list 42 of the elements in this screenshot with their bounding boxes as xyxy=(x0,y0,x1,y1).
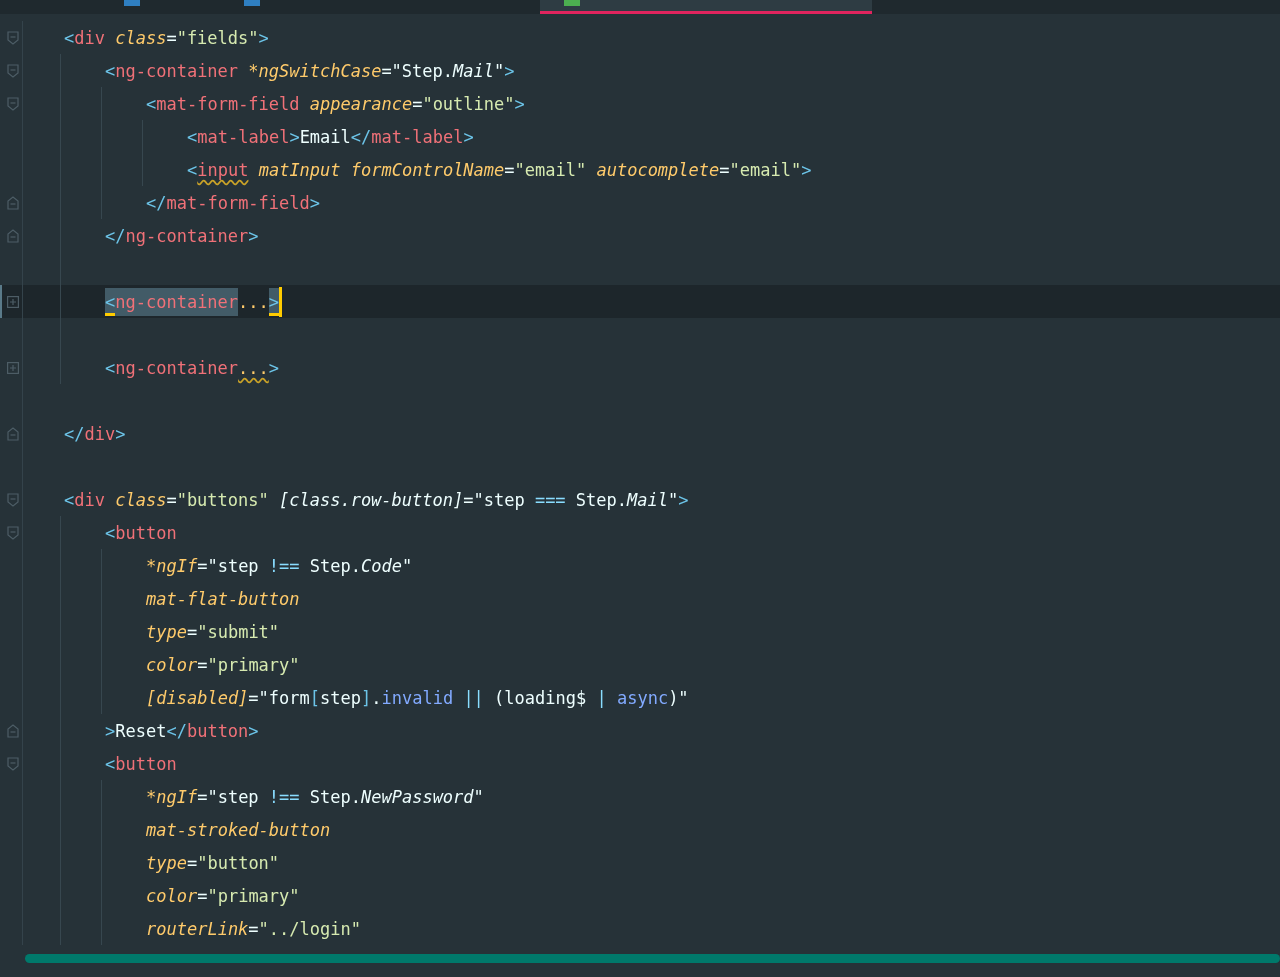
code-line: </mat-form-field> xyxy=(146,191,321,215)
file-icon xyxy=(244,0,260,6)
fold-marker-icon[interactable] xyxy=(7,228,19,243)
text-cursor xyxy=(279,286,283,317)
fold-marker-icon[interactable] xyxy=(7,492,19,507)
expand-icon[interactable] xyxy=(7,361,19,374)
code-line: </ng-container> xyxy=(105,224,259,248)
code-line: <ng-container *ngSwitchCase="Step.Mail"> xyxy=(105,59,515,83)
code-line: <button xyxy=(105,752,177,776)
code-line: [disabled]="form[step].invalid || (loading$ | async)" xyxy=(146,686,689,710)
code-line: color="primary" xyxy=(146,653,300,677)
code-line: type="submit" xyxy=(146,620,280,644)
code-line: color="primary" xyxy=(146,884,300,908)
code-line: <mat-label>Email</mat-label> xyxy=(187,125,474,149)
code-line: <div class="buttons" [class.row-button]="step === Step.Mail"> xyxy=(64,488,689,512)
code-line: mat-flat-button xyxy=(146,587,300,611)
code-line: *ngIf="step !== Step.Code" xyxy=(146,554,413,578)
fold-marker-icon[interactable] xyxy=(7,63,19,78)
code-line: <ng-container...> xyxy=(105,289,280,314)
code-line: <div class="fields"> xyxy=(64,26,269,50)
code-line: >Reset</button> xyxy=(105,719,259,743)
code-line: <ng-container...> xyxy=(105,356,280,380)
fold-marker-icon[interactable] xyxy=(7,525,19,540)
code-line: <input matInput formControlName="email" autocomplete="email"> xyxy=(187,158,812,182)
file-icon xyxy=(124,0,140,6)
code-line: mat-stroked-button xyxy=(146,818,331,842)
horizontal-scrollbar[interactable] xyxy=(25,954,1280,963)
fold-marker-icon[interactable] xyxy=(7,756,19,771)
code-line: *ngIf="step !== Step.NewPassword" xyxy=(146,785,484,809)
code-line: type="button" xyxy=(146,851,280,875)
editor-tab[interactable] xyxy=(540,0,872,14)
code-line: <button xyxy=(105,521,177,545)
fold-marker-icon[interactable] xyxy=(7,723,19,738)
fold-marker-icon[interactable] xyxy=(7,195,19,210)
code-line: <mat-form-field appearance="outline"> xyxy=(146,92,525,116)
code-line: </div> xyxy=(64,422,126,446)
fold-marker-icon[interactable] xyxy=(7,96,19,111)
file-icon xyxy=(564,0,580,6)
fold-marker-icon[interactable] xyxy=(7,30,19,45)
fold-marker-icon[interactable] xyxy=(7,426,19,441)
code-line: routerLink="../login" xyxy=(146,917,361,941)
expand-icon[interactable] xyxy=(7,295,19,308)
